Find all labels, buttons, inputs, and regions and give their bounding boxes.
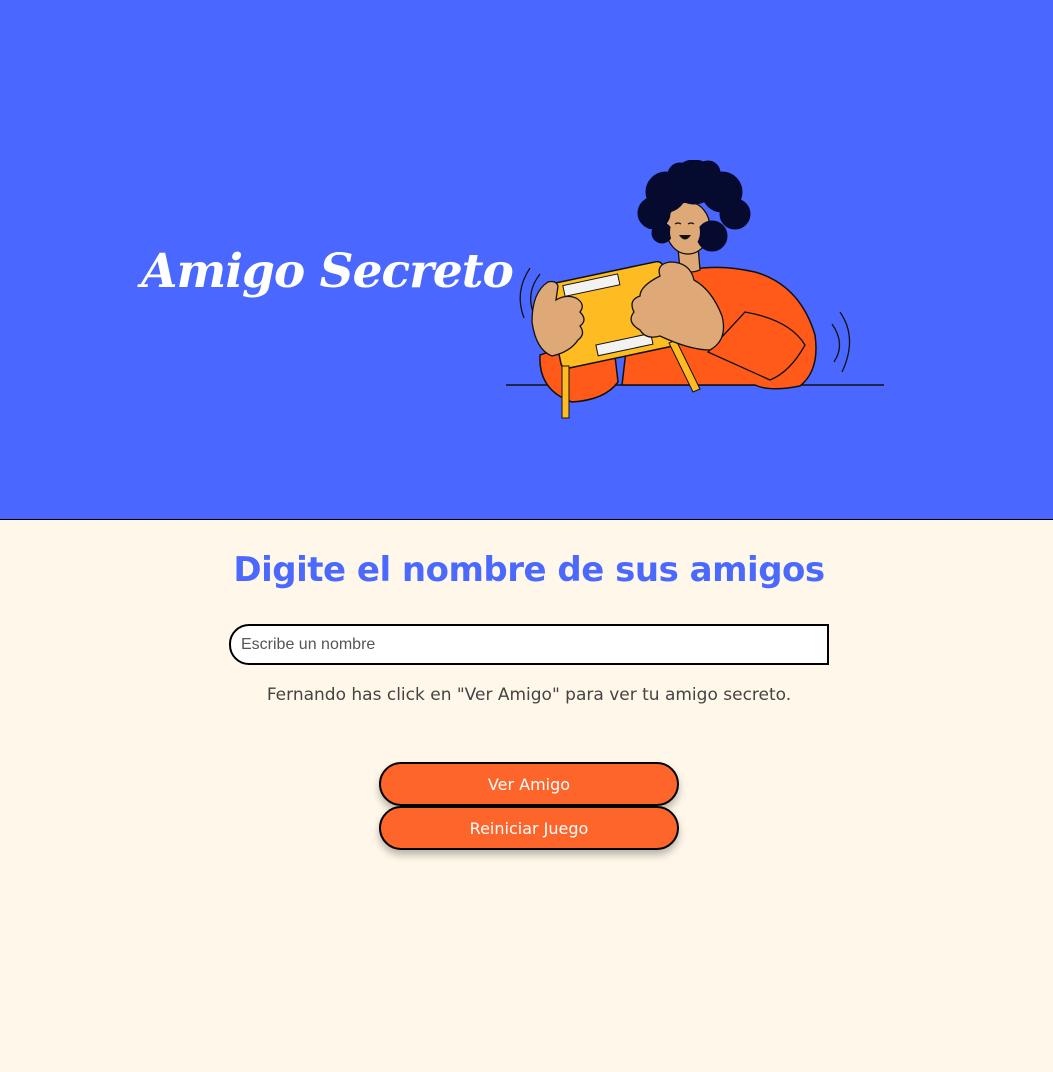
person-playing-console-illustration: [506, 160, 884, 419]
ver-amigo-button[interactable]: Ver Amigo: [379, 762, 679, 806]
result-message: Fernando has click en "Ver Amigo" para v…: [266, 685, 792, 705]
app-title: Amigo Secreto: [141, 244, 514, 299]
main-section: Digite el nombre de sus amigos Fernando …: [0, 520, 1053, 1072]
header-banner: Amigo Secreto: [0, 0, 1053, 520]
name-input[interactable]: [229, 624, 829, 665]
reiniciar-juego-button[interactable]: Reiniciar Juego: [379, 806, 679, 850]
section-title: Digite el nombre de sus amigos: [233, 550, 825, 590]
